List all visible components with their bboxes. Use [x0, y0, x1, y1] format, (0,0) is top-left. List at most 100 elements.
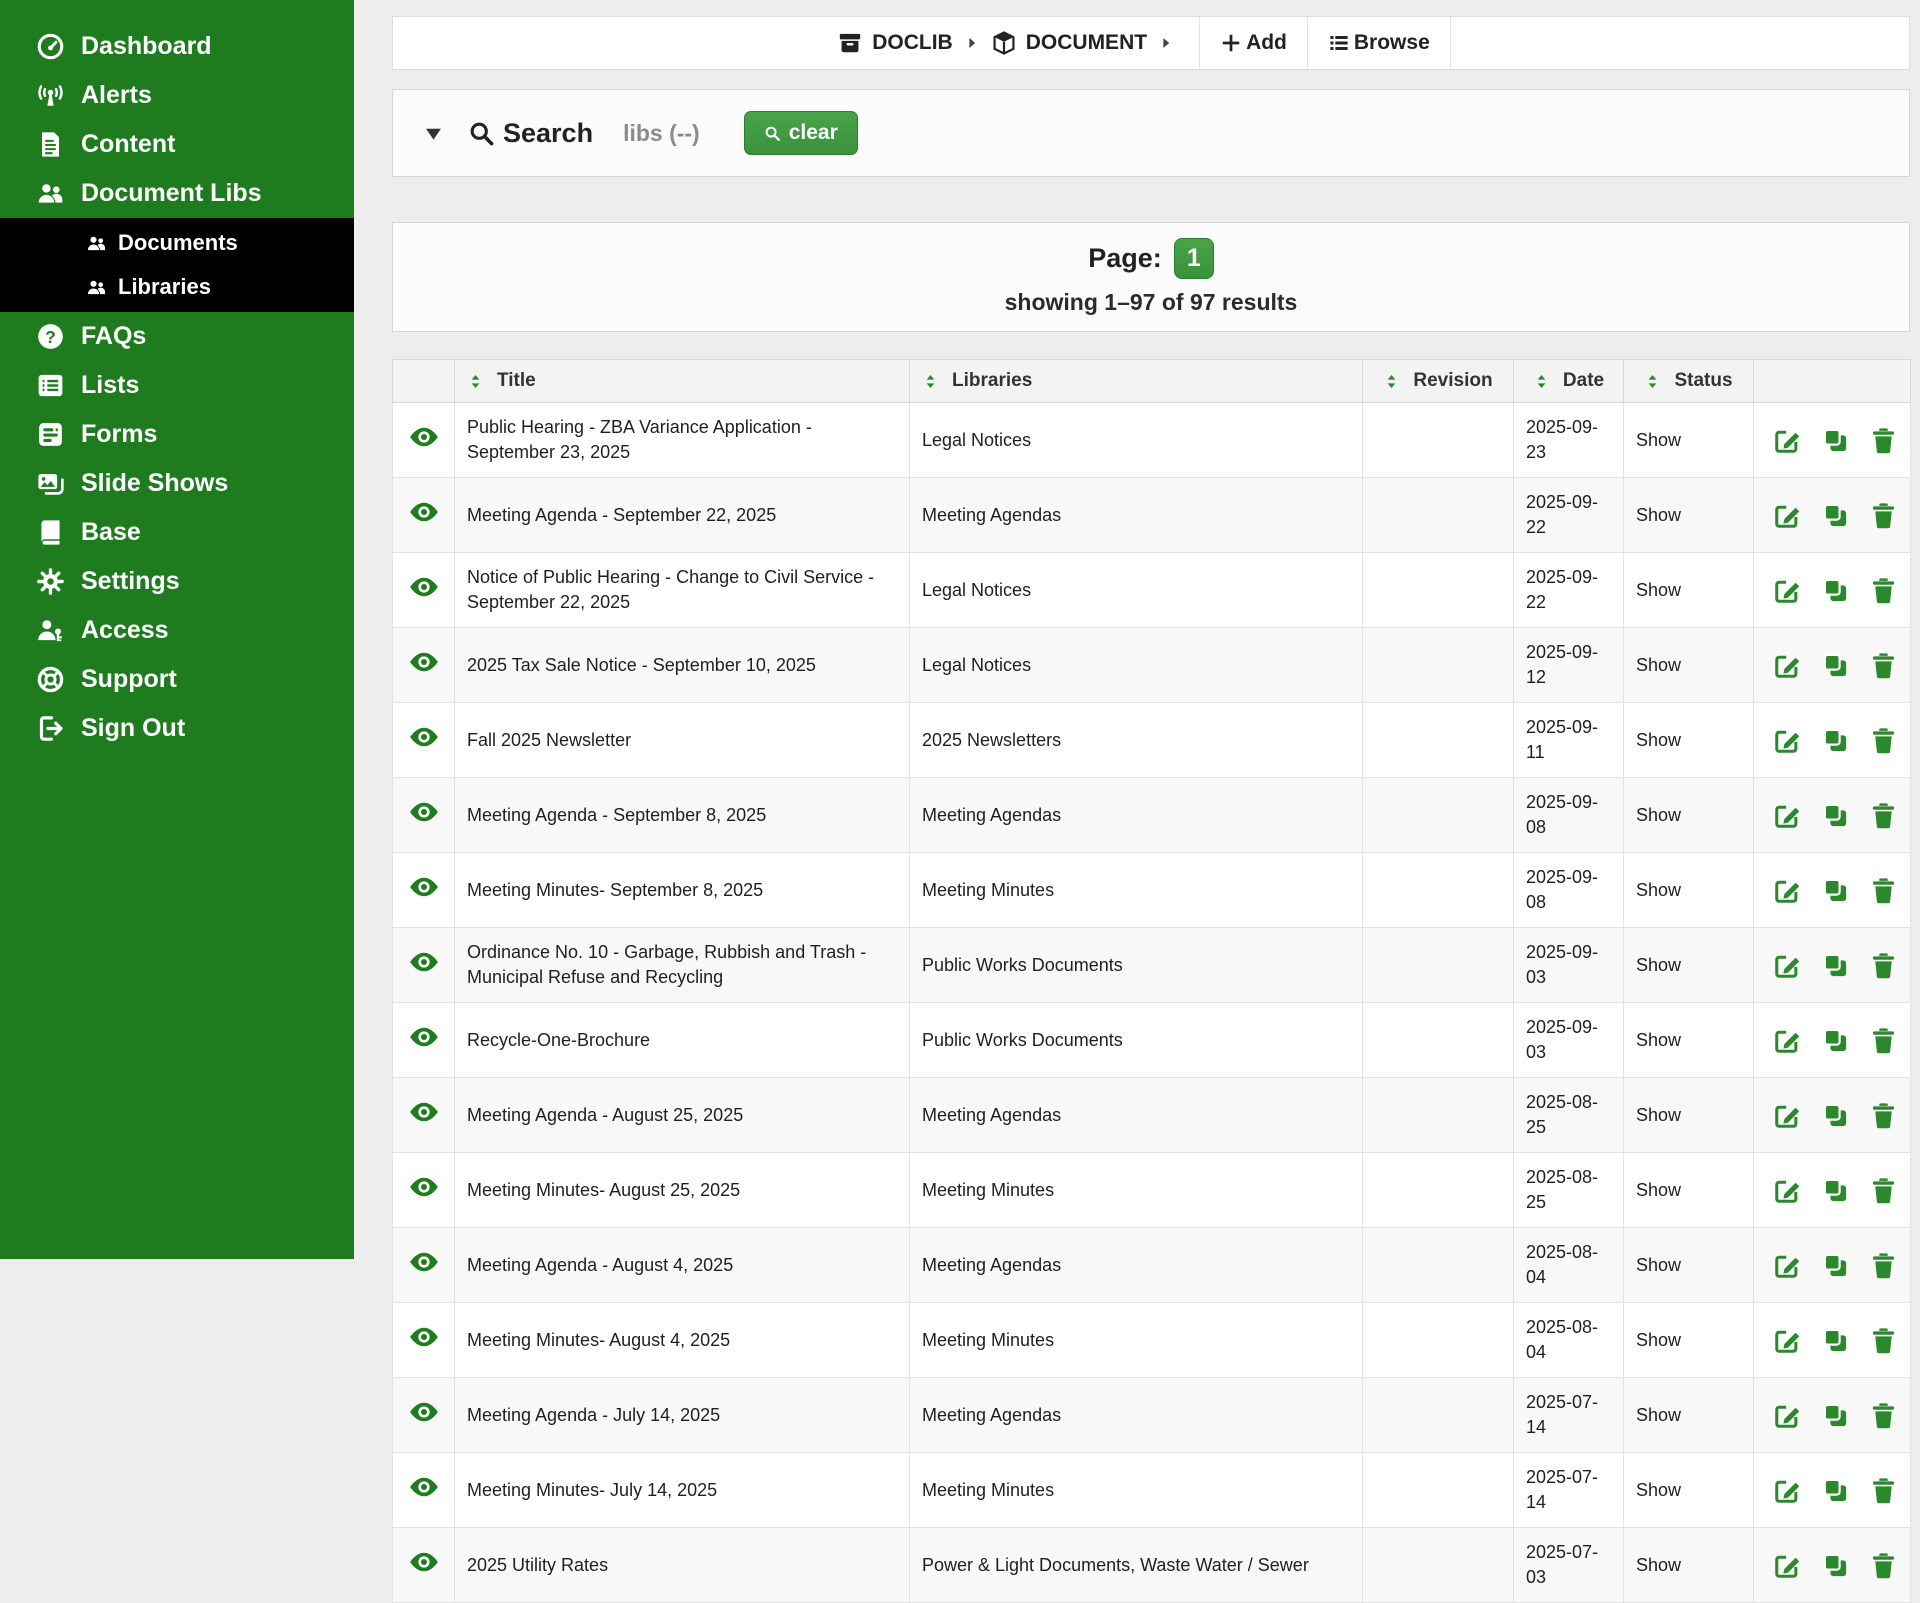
copy-icon[interactable] — [1821, 426, 1850, 455]
edit-icon[interactable] — [1773, 951, 1802, 980]
preview-eye-icon[interactable] — [409, 1022, 439, 1052]
delete-icon[interactable] — [1869, 651, 1898, 680]
edit-icon[interactable] — [1773, 1401, 1802, 1430]
copy-icon[interactable] — [1821, 876, 1850, 905]
delete-icon[interactable] — [1869, 1176, 1898, 1205]
edit-icon[interactable] — [1773, 1251, 1802, 1280]
delete-icon[interactable] — [1869, 426, 1898, 455]
edit-icon[interactable] — [1773, 801, 1802, 830]
collapse-caret-icon[interactable] — [423, 123, 444, 144]
breadcrumb-item-doclib[interactable]: DOCLIB — [837, 30, 953, 56]
delete-icon[interactable] — [1869, 1326, 1898, 1355]
copy-icon[interactable] — [1821, 1176, 1850, 1205]
sidebar-item[interactable]: Content — [0, 120, 354, 169]
sort-status-icon[interactable] — [1644, 373, 1661, 390]
preview-eye-icon[interactable] — [409, 1547, 439, 1577]
delete-icon[interactable] — [1869, 951, 1898, 980]
sidebar-item[interactable]: Base — [0, 508, 354, 557]
breadcrumb-item-document[interactable]: DOCUMENT — [991, 30, 1147, 56]
sidebar-item-icon — [34, 713, 66, 745]
preview-eye-icon[interactable] — [409, 1472, 439, 1502]
sidebar-subitem[interactable]: Libraries — [0, 265, 354, 309]
sidebar-item[interactable]: ? FAQs — [0, 312, 354, 361]
table-row: Meeting Minutes- September 8, 2025 Meeti… — [393, 853, 1911, 928]
sort-date-icon[interactable] — [1533, 373, 1550, 390]
preview-eye-icon[interactable] — [409, 797, 439, 827]
sidebar-item[interactable]: Dashboard — [0, 22, 354, 71]
sidebar-item[interactable]: Sign Out — [0, 704, 354, 753]
delete-icon[interactable] — [1869, 576, 1898, 605]
preview-eye-icon[interactable] — [409, 422, 439, 452]
edit-icon[interactable] — [1773, 1101, 1802, 1130]
preview-eye-icon[interactable] — [409, 1247, 439, 1277]
documents-table: Title Libraries Revision — [392, 359, 1911, 1603]
edit-icon[interactable] — [1773, 501, 1802, 530]
preview-eye-icon[interactable] — [409, 1097, 439, 1127]
preview-eye-icon[interactable] — [409, 572, 439, 602]
copy-icon[interactable] — [1821, 1101, 1850, 1130]
preview-eye-icon[interactable] — [409, 722, 439, 752]
current-page-badge[interactable]: 1 — [1174, 238, 1214, 279]
edit-icon[interactable] — [1773, 1326, 1802, 1355]
preview-eye-icon[interactable] — [409, 1322, 439, 1352]
preview-eye-icon[interactable] — [409, 497, 439, 527]
sidebar-item[interactable]: Slide Shows — [0, 459, 354, 508]
sidebar-item[interactable]: Document Libs — [0, 169, 354, 218]
copy-icon[interactable] — [1821, 1251, 1850, 1280]
preview-eye-icon[interactable] — [409, 647, 439, 677]
copy-icon[interactable] — [1821, 1476, 1850, 1505]
sidebar-item[interactable]: Support — [0, 655, 354, 704]
sidebar-item[interactable]: Access — [0, 606, 354, 655]
sidebar-subitem[interactable]: Documents — [0, 221, 354, 265]
browse-button[interactable]: Browse — [1322, 31, 1436, 55]
edit-icon[interactable] — [1773, 726, 1802, 755]
copy-icon[interactable] — [1821, 501, 1850, 530]
edit-icon[interactable] — [1773, 651, 1802, 680]
copy-icon[interactable] — [1821, 1401, 1850, 1430]
delete-icon[interactable] — [1869, 1476, 1898, 1505]
delete-icon[interactable] — [1869, 1026, 1898, 1055]
breadcrumb: DOCLIB DOCUMENT Add Browse — [837, 17, 1465, 69]
delete-icon[interactable] — [1869, 1101, 1898, 1130]
sidebar-item[interactable]: Forms — [0, 410, 354, 459]
delete-icon[interactable] — [1869, 1401, 1898, 1430]
preview-eye-icon[interactable] — [409, 1397, 439, 1427]
sort-title-icon[interactable] — [467, 373, 484, 390]
edit-icon[interactable] — [1773, 876, 1802, 905]
edit-icon[interactable] — [1773, 1026, 1802, 1055]
table-row: Meeting Agenda - July 14, 2025 Meeting A… — [393, 1378, 1911, 1453]
copy-icon[interactable] — [1821, 951, 1850, 980]
copy-icon[interactable] — [1821, 801, 1850, 830]
copy-icon[interactable] — [1821, 1551, 1850, 1580]
edit-icon[interactable] — [1773, 576, 1802, 605]
delete-icon[interactable] — [1869, 726, 1898, 755]
sort-libraries-icon[interactable] — [922, 373, 939, 390]
sort-revision-icon[interactable] — [1383, 373, 1400, 390]
clear-search-button[interactable]: clear — [744, 111, 858, 155]
copy-icon[interactable] — [1821, 1326, 1850, 1355]
sidebar-item[interactable]: Alerts — [0, 71, 354, 120]
copy-icon[interactable] — [1821, 1026, 1850, 1055]
table-row: Fall 2025 Newsletter 2025 Newsletters 20… — [393, 703, 1911, 778]
edit-icon[interactable] — [1773, 1551, 1802, 1580]
delete-icon[interactable] — [1869, 1551, 1898, 1580]
delete-icon[interactable] — [1869, 876, 1898, 905]
delete-icon[interactable] — [1869, 801, 1898, 830]
edit-icon[interactable] — [1773, 1476, 1802, 1505]
table-row: Public Hearing - ZBA Variance Applicatio… — [393, 403, 1911, 478]
copy-icon[interactable] — [1821, 576, 1850, 605]
preview-eye-icon[interactable] — [409, 947, 439, 977]
preview-eye-icon[interactable] — [409, 872, 439, 902]
sidebar-item[interactable]: Lists — [0, 361, 354, 410]
add-button[interactable]: Add — [1214, 31, 1293, 55]
copy-icon[interactable] — [1821, 651, 1850, 680]
delete-icon[interactable] — [1869, 501, 1898, 530]
edit-icon[interactable] — [1773, 1176, 1802, 1205]
copy-icon[interactable] — [1821, 726, 1850, 755]
delete-icon[interactable] — [1869, 1251, 1898, 1280]
doc-date: 2025-07-03 — [1526, 1542, 1598, 1587]
svg-text:?: ? — [45, 327, 56, 347]
preview-eye-icon[interactable] — [409, 1172, 439, 1202]
sidebar-item[interactable]: Settings — [0, 557, 354, 606]
edit-icon[interactable] — [1773, 426, 1802, 455]
